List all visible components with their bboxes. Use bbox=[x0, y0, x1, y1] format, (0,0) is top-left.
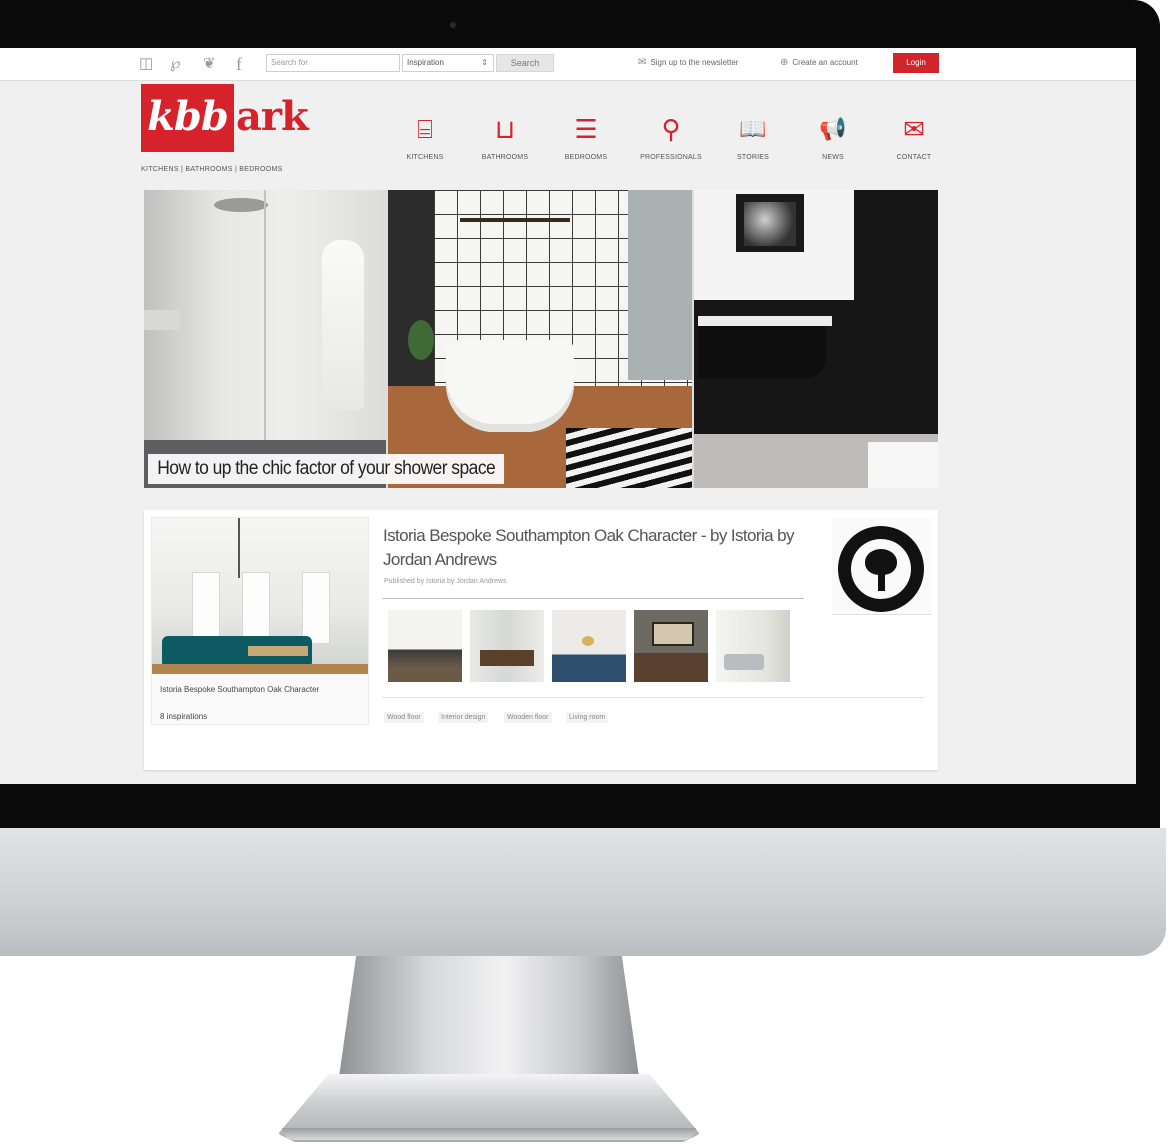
divider bbox=[382, 598, 804, 599]
nav-item-contact[interactable]: ✉ CONTACT bbox=[869, 112, 959, 161]
feature-card: Istoria Bespoke Southampton Oak Characte… bbox=[144, 510, 938, 770]
dining-table bbox=[480, 650, 534, 666]
bathrobe bbox=[322, 240, 364, 410]
framed-prints bbox=[652, 622, 694, 646]
shower-head bbox=[214, 198, 268, 212]
tag[interactable]: Interior design bbox=[438, 712, 489, 723]
website-screen: ◫ ℘ ❦ f Search for Inspiration ⇕ Search … bbox=[0, 48, 1136, 784]
oven-icon: ⌸ bbox=[417, 114, 433, 144]
create-account-link[interactable]: ⊕ Create an account bbox=[780, 57, 858, 68]
nav-label: BATHROOMS bbox=[481, 154, 529, 161]
coffee-table bbox=[248, 646, 308, 656]
nav-label: STORIES bbox=[736, 154, 769, 161]
window bbox=[242, 572, 270, 644]
wood-floor bbox=[152, 664, 368, 674]
published-by[interactable]: Published by Istoria by Jordan Andrews bbox=[384, 578, 507, 585]
framed-artwork bbox=[732, 190, 808, 256]
envelope-icon: ✉ bbox=[903, 114, 925, 144]
basin bbox=[698, 316, 832, 326]
pinterest-icon[interactable]: ℘ bbox=[170, 55, 180, 73]
monitor-chin bbox=[0, 828, 1166, 956]
thumbnail[interactable] bbox=[470, 610, 544, 682]
nav-label: CONTACT bbox=[896, 154, 932, 161]
nav-label: KITCHENS bbox=[406, 154, 444, 161]
thumbnail[interactable] bbox=[552, 610, 626, 682]
nav-item-bedrooms[interactable]: ☰ BEDROOMS bbox=[541, 112, 631, 161]
logo-ark[interactable]: ark bbox=[236, 92, 309, 142]
logo-tagline: KITCHENS | BATHROOMS | BEDROOMS bbox=[141, 166, 283, 173]
monitor-mockup: ◫ ℘ ❦ f Search for Inspiration ⇕ Search … bbox=[0, 0, 1168, 1144]
divider bbox=[382, 697, 924, 698]
search-button[interactable]: Search bbox=[496, 54, 554, 72]
hero-photo-shower bbox=[144, 190, 386, 488]
tree-logo-icon bbox=[838, 526, 924, 612]
monitor-stand-neck bbox=[338, 956, 640, 1084]
facebook-icon[interactable]: f bbox=[236, 55, 242, 73]
select-arrows-icon: ⇕ bbox=[481, 58, 488, 67]
tree-trunk bbox=[878, 571, 885, 591]
top-utility-bar: ◫ ℘ ❦ f Search for Inspiration ⇕ Search … bbox=[0, 48, 1136, 81]
thumbnail[interactable] bbox=[634, 610, 708, 682]
wall-shelf bbox=[144, 310, 180, 330]
author-avatar-box[interactable] bbox=[832, 518, 932, 614]
wall-shelf bbox=[460, 218, 570, 222]
glass-panel bbox=[264, 190, 266, 452]
monitor-stand-edge bbox=[282, 1128, 696, 1140]
tag[interactable]: Wooden floor bbox=[504, 712, 552, 723]
thumbnail[interactable] bbox=[388, 610, 462, 682]
inspiration-count: 8 inspirations bbox=[160, 712, 208, 721]
thumbnail[interactable] bbox=[716, 610, 790, 682]
window bbox=[628, 190, 692, 380]
book-icon: 📖 bbox=[739, 116, 767, 141]
newsletter-label: Sign up to the newsletter bbox=[650, 58, 739, 67]
nav-item-stories[interactable]: 📖 STORIES bbox=[708, 112, 798, 161]
bathtub-icon: ⊔ bbox=[494, 114, 516, 144]
cover-title[interactable]: Istoria Bespoke Southampton Oak Characte… bbox=[160, 684, 360, 696]
nav-label: PROFESSIONALS bbox=[640, 154, 702, 161]
hero-caption[interactable]: How to up the chic factor of your shower… bbox=[148, 454, 505, 484]
cover-image bbox=[152, 518, 368, 674]
magnifier-icon: ⚲ bbox=[661, 114, 681, 144]
search-scope-value: Inspiration bbox=[407, 58, 444, 67]
plant bbox=[408, 320, 434, 360]
instagram-icon[interactable]: ◫ bbox=[139, 55, 153, 73]
hero-photo-vanity bbox=[694, 190, 938, 488]
tag[interactable]: Living room bbox=[566, 712, 609, 723]
nav-item-bathrooms[interactable]: ⊔ BATHROOMS bbox=[460, 112, 550, 161]
nav-item-professionals[interactable]: ⚲ PROFESSIONALS bbox=[626, 112, 716, 161]
window bbox=[302, 572, 330, 644]
feature-title[interactable]: Istoria Bespoke Southampton Oak Characte… bbox=[383, 524, 815, 572]
search-scope-select[interactable]: Inspiration ⇕ bbox=[402, 54, 494, 72]
login-button[interactable]: Login bbox=[893, 53, 939, 73]
collection-cover[interactable]: Istoria Bespoke Southampton Oak Characte… bbox=[152, 518, 368, 724]
striped-rug bbox=[566, 428, 692, 488]
hero-photo-bathtub bbox=[388, 190, 692, 488]
shower-tray bbox=[868, 442, 938, 488]
nav-item-kitchens[interactable]: ⌸ KITCHENS bbox=[380, 112, 470, 161]
vanity-cabinet bbox=[698, 326, 826, 378]
newsletter-link[interactable]: ✉ Sign up to the newsletter bbox=[638, 57, 738, 68]
nav-label: NEWS bbox=[822, 154, 844, 161]
avatar-inner-circle bbox=[851, 539, 911, 599]
search-input[interactable]: Search for bbox=[266, 54, 400, 72]
sofa bbox=[724, 654, 764, 670]
logo-kbb[interactable]: kbb bbox=[141, 84, 234, 152]
nav-label: BEDROOMS bbox=[564, 154, 608, 161]
twitter-icon[interactable]: ❦ bbox=[203, 55, 216, 73]
cushion bbox=[582, 636, 594, 646]
window bbox=[192, 572, 220, 644]
bed-icon: ☰ bbox=[574, 114, 598, 144]
nav-item-news[interactable]: 📢 NEWS bbox=[788, 112, 878, 161]
user-plus-icon: ⊕ bbox=[780, 57, 789, 68]
create-account-label: Create an account bbox=[792, 58, 858, 67]
webcam-dot bbox=[450, 22, 456, 28]
hero-banner[interactable]: How to up the chic factor of your shower… bbox=[144, 190, 938, 488]
megaphone-icon: 📢 bbox=[819, 116, 847, 141]
freestanding-tub bbox=[446, 340, 574, 432]
tag[interactable]: Wood floor bbox=[384, 712, 424, 723]
envelope-icon: ✉ bbox=[638, 57, 647, 68]
pendant-lamp bbox=[238, 518, 240, 578]
